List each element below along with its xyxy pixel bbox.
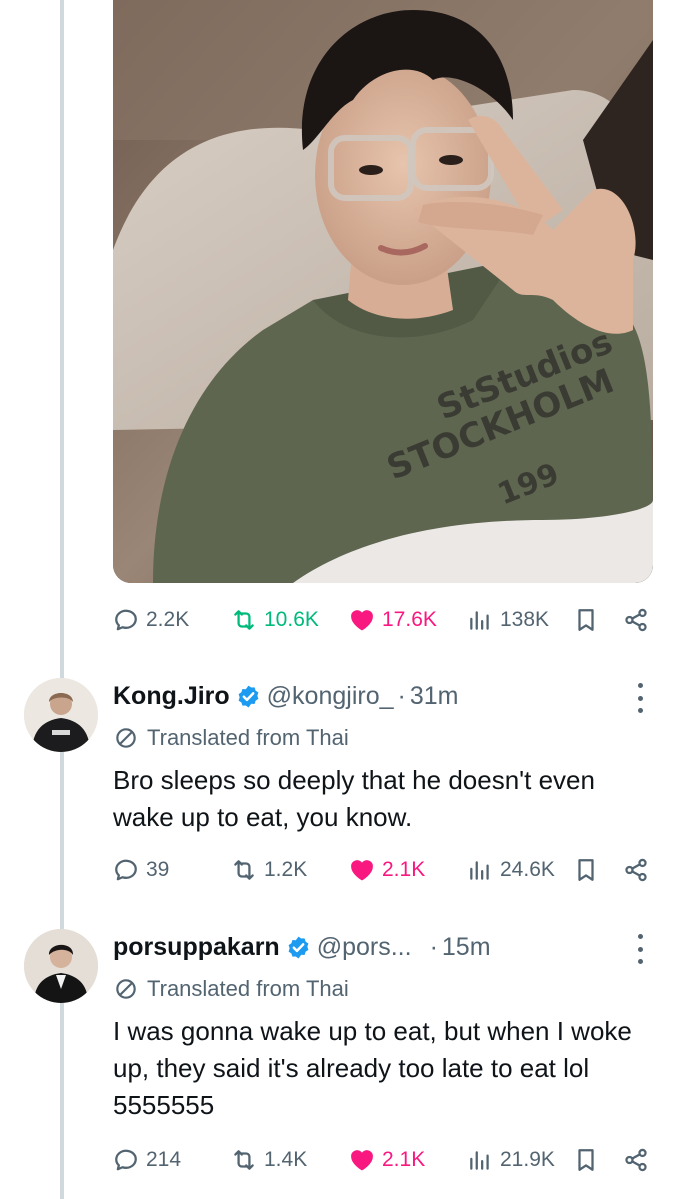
separator-dot: · bbox=[429, 932, 438, 961]
views-icon bbox=[470, 1151, 489, 1170]
reply-header: Kong.Jiro @kongjiro_ · 31m bbox=[113, 678, 458, 714]
display-name[interactable]: porsuppakarn bbox=[113, 933, 280, 962]
reply-icon bbox=[115, 609, 137, 631]
more-button[interactable] bbox=[635, 934, 645, 964]
timestamp[interactable]: 31m bbox=[410, 682, 459, 711]
handle[interactable]: @kongjiro_ bbox=[267, 682, 394, 711]
share-button[interactable] bbox=[623, 1142, 649, 1178]
views-count: 21.9K bbox=[500, 1148, 555, 1171]
verified-badge-icon bbox=[288, 936, 309, 958]
views-button[interactable]: 24.6K bbox=[467, 852, 555, 888]
bookmark-icon bbox=[578, 859, 594, 881]
bookmark-button[interactable] bbox=[573, 1142, 599, 1178]
more-icon bbox=[637, 934, 643, 939]
reply-icon bbox=[115, 859, 137, 881]
thread-line bbox=[60, 0, 64, 1199]
like-icon bbox=[351, 610, 373, 631]
share-button[interactable] bbox=[623, 852, 649, 888]
reply-count: 214 bbox=[146, 1148, 182, 1171]
views-icon bbox=[470, 861, 489, 880]
selfie-image: StStudios STOCKHOLM 199 bbox=[113, 0, 653, 583]
translate-icon bbox=[116, 728, 136, 748]
views-icon bbox=[470, 611, 489, 630]
timestamp[interactable]: 15m bbox=[442, 933, 491, 962]
bookmark-icon bbox=[578, 609, 594, 631]
like-count: 2.1K bbox=[382, 1148, 426, 1171]
main-post-action-bar: 2.2K 10.6K 17.6K 138K bbox=[113, 602, 653, 638]
translated-label[interactable]: Translated from Thai bbox=[113, 722, 349, 754]
avatar[interactable] bbox=[24, 929, 98, 1003]
share-icon bbox=[625, 858, 647, 882]
repost-button[interactable]: 1.2K bbox=[231, 852, 307, 888]
reply-count: 2.2K bbox=[146, 608, 190, 631]
handle[interactable]: @pors... bbox=[317, 933, 412, 962]
reply-text: Bro sleeps so deeply that he doesn't eve… bbox=[113, 765, 595, 832]
reply-header: porsuppakarn @pors... · 15m bbox=[113, 929, 491, 965]
reply-text: I was gonna wake up to eat, but when I w… bbox=[113, 1016, 632, 1120]
reply-button[interactable]: 39 bbox=[113, 852, 169, 888]
reply-action-bar: 214 1.4K 2.1K 21.9K bbox=[113, 1142, 653, 1178]
like-icon bbox=[351, 1150, 373, 1171]
avatar-image bbox=[24, 678, 98, 752]
reply-button[interactable]: 214 bbox=[113, 1142, 181, 1178]
share-icon bbox=[625, 608, 647, 632]
more-button[interactable] bbox=[635, 683, 645, 713]
reply-button[interactable]: 2.2K bbox=[113, 602, 189, 638]
repost-icon bbox=[234, 860, 254, 880]
share-button[interactable] bbox=[623, 602, 649, 638]
like-icon bbox=[351, 860, 373, 881]
verified-badge-icon bbox=[238, 685, 259, 707]
bookmark-button[interactable] bbox=[573, 602, 599, 638]
views-count: 24.6K bbox=[500, 858, 555, 881]
views-button[interactable]: 21.9K bbox=[467, 1142, 555, 1178]
repost-count: 1.2K bbox=[264, 858, 308, 881]
like-button[interactable]: 17.6K bbox=[349, 602, 437, 638]
separator-dot: · bbox=[397, 681, 406, 710]
repost-icon bbox=[234, 610, 254, 630]
translated-label[interactable]: Translated from Thai bbox=[113, 973, 349, 1005]
views-count: 138K bbox=[500, 608, 550, 631]
repost-count: 10.6K bbox=[264, 608, 319, 631]
post-photo[interactable]: StStudios STOCKHOLM 199 bbox=[113, 0, 653, 583]
reply-icon bbox=[115, 1149, 137, 1171]
bookmark-icon bbox=[578, 1149, 594, 1171]
repost-count: 1.4K bbox=[264, 1148, 308, 1171]
avatar-image bbox=[24, 929, 98, 1003]
translate-icon bbox=[116, 979, 136, 999]
like-button[interactable]: 2.1K bbox=[349, 1142, 425, 1178]
bookmark-button[interactable] bbox=[573, 852, 599, 888]
avatar[interactable] bbox=[24, 678, 98, 752]
reply-count: 39 bbox=[146, 858, 170, 881]
more-icon bbox=[637, 683, 643, 688]
like-count: 2.1K bbox=[382, 858, 426, 881]
like-button[interactable]: 2.1K bbox=[349, 852, 425, 888]
repost-button[interactable]: 1.4K bbox=[231, 1142, 307, 1178]
repost-button[interactable]: 10.6K bbox=[231, 602, 319, 638]
like-count: 17.6K bbox=[382, 608, 437, 631]
views-button[interactable]: 138K bbox=[467, 602, 549, 638]
share-icon bbox=[625, 1148, 647, 1172]
repost-icon bbox=[234, 1150, 254, 1170]
reply-action-bar: 39 1.2K 2.1K 24.6K bbox=[113, 852, 653, 888]
display-name[interactable]: Kong.Jiro bbox=[113, 682, 230, 711]
